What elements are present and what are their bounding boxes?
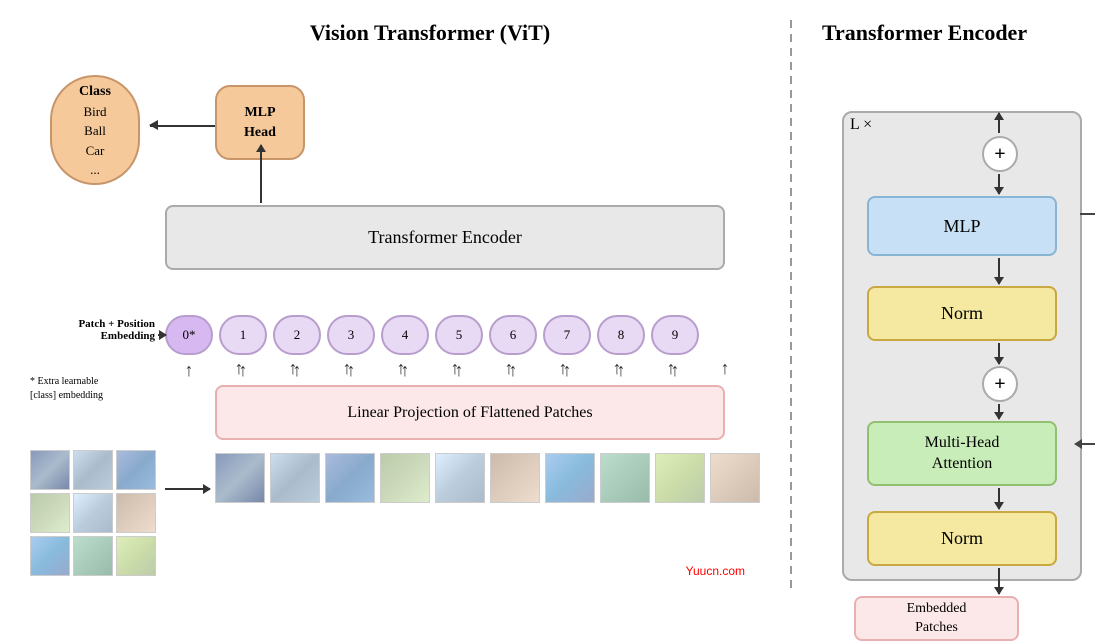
ltt-arrow-8: ↑: [647, 358, 695, 379]
extra-learnable-note: * Extra learnable[class] embedding: [30, 375, 103, 403]
out-patch-2: [325, 453, 375, 503]
plus-bottom-to-mha-line: [998, 404, 1000, 419]
out-patch-3: [380, 453, 430, 503]
ltt-arrow-9: ↑: [701, 358, 749, 379]
transformer-encoder-label: Transformer Encoder: [368, 227, 522, 248]
ltt-arrow-0: ↑: [215, 358, 263, 379]
transformer-encoder-diagram: Transformer Encoder L × + MLP: [802, 20, 1075, 590]
patch-pos-arrow: [158, 334, 166, 336]
input-patch-7: [30, 536, 70, 576]
lx-label: L ×: [850, 116, 872, 134]
norm-block-1: Norm: [867, 286, 1057, 341]
ltt-arrow-6: ↑: [539, 358, 587, 379]
linear-proj-label: Linear Projection of Flattened Patches: [347, 404, 592, 422]
norm2-to-embedded-line: [998, 568, 1000, 594]
mlp-to-norm1-line: [998, 258, 1000, 284]
ltt-arrow-7: ↑: [593, 358, 641, 379]
out-patch-5: [490, 453, 540, 503]
ltt-arrow-5: ↑: [485, 358, 533, 379]
input-patch-4: [30, 493, 70, 533]
plus-circle-bottom: +: [982, 366, 1018, 402]
embedded-patches-label: EmbeddedPatches: [907, 600, 967, 636]
input-patch-6: [116, 493, 156, 533]
class-label: Class: [79, 81, 111, 102]
token-1: 1: [219, 315, 267, 355]
out-patch-7: [600, 453, 650, 503]
out-patch-6: [545, 453, 595, 503]
input-patch-1: [30, 450, 70, 490]
image-patches-input: [30, 450, 156, 576]
token-6: 6: [489, 315, 537, 355]
token-5: 5: [435, 315, 483, 355]
token-9: 9: [651, 315, 699, 355]
ltt-arrow-1: ↑: [269, 358, 317, 379]
output-patches-row: [215, 453, 760, 503]
transformer-encoder-box: Transformer Encoder: [165, 205, 725, 270]
norm1-label: Norm: [941, 303, 983, 324]
top-input-arrow: [998, 113, 1000, 133]
plus-circle-top: +: [982, 136, 1018, 172]
linear-to-tokens-arrows: ↑ ↑ ↑ ↑ ↑ ↑ ↑ ↑ ↑ ↑: [215, 358, 749, 379]
plus-bottom-symbol: +: [994, 373, 1005, 396]
class-ellipsis: ...: [90, 160, 100, 180]
encoder-title: Transformer Encoder: [822, 20, 1075, 46]
vit-title: Vision Transformer (ViT): [80, 20, 780, 46]
norm-block-2: Norm: [867, 511, 1057, 566]
ltt-arrow-3: ↑: [377, 358, 425, 379]
ltt-arrow-4: ↑: [431, 358, 479, 379]
watermark: Yuucn.com: [686, 564, 745, 578]
input-patch-3: [116, 450, 156, 490]
mlp-block-label: MLP: [943, 216, 980, 237]
up-arrow-0: [165, 360, 213, 381]
mlp-head-line1: MLP: [244, 103, 275, 123]
token-8: 8: [597, 315, 645, 355]
class-car: Car: [86, 141, 105, 161]
patches-to-linear-arrow: [165, 488, 210, 490]
out-patch-1: [270, 453, 320, 503]
input-patch-5: [73, 493, 113, 533]
mlp-block: MLP: [867, 196, 1057, 256]
section-divider: [790, 20, 792, 590]
patch-pos-label: Patch + PositionEmbedding: [30, 318, 155, 342]
mlp-to-class-arrow: [150, 125, 215, 127]
input-patch-2: [73, 450, 113, 490]
arrow-head: [256, 144, 266, 152]
class-ball: Ball: [84, 121, 106, 141]
mha-label: Multi-HeadAttention: [925, 433, 1000, 475]
class-box: Class Bird Ball Car ...: [50, 75, 140, 185]
class-bird: Bird: [83, 102, 106, 122]
vit-diagram: Vision Transformer (ViT) Class Bird Ball…: [20, 20, 780, 590]
out-patch-4: [435, 453, 485, 503]
arrow-head-left: [149, 120, 158, 130]
ltt-arrow-2: ↑: [323, 358, 371, 379]
token-0: 0*: [165, 315, 213, 355]
input-patch-8: [73, 536, 113, 576]
token-3: 3: [327, 315, 375, 355]
plus-to-mlp-line: [998, 174, 1000, 194]
out-patch-8: [655, 453, 705, 503]
mha-block: Multi-HeadAttention: [867, 421, 1057, 486]
out-patch-0: [215, 453, 265, 503]
linear-proj-box: Linear Projection of Flattened Patches: [215, 385, 725, 440]
out-patch-9: [710, 453, 760, 503]
token-2: 2: [273, 315, 321, 355]
mlp-head-line2: Head: [244, 123, 276, 143]
input-patch-9: [116, 536, 156, 576]
token-4: 4: [381, 315, 429, 355]
mha-to-norm2-line: [998, 488, 1000, 509]
embeddings-row: 0* 1 2 3 4 5 6 7 8: [165, 315, 699, 355]
plus-top-symbol: +: [994, 143, 1005, 166]
embedded-patches-box: EmbeddedPatches: [854, 596, 1019, 641]
main-container: Vision Transformer (ViT) Class Bird Ball…: [0, 0, 1095, 610]
norm2-label: Norm: [941, 528, 983, 549]
norm1-to-plus-bottom-line: [998, 343, 1000, 364]
encoder-to-mlp-vline: [260, 145, 262, 203]
token-7: 7: [543, 315, 591, 355]
